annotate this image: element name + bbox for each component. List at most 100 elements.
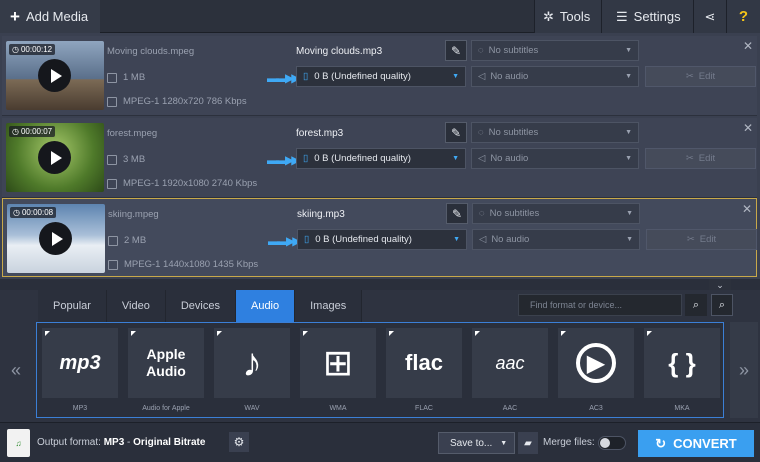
share-button[interactable]: ⋖ [694,0,726,33]
help-icon: ? [738,8,749,25]
subtitles-select[interactable]: ◌ No subtitles ▼ [471,122,639,143]
audio-select[interactable]: ◁ No audio ▼ [471,66,639,87]
edit-button[interactable]: ✂ Edit [645,148,756,169]
tab-devices[interactable]: Devices [165,290,236,322]
clock-icon: ◷ [12,45,19,54]
scissors-icon: ✂ [686,234,695,245]
open-folder-button[interactable]: ▰ [518,432,538,454]
add-media-button[interactable]: + Add Media [0,0,100,33]
pencil-icon: ✎ [450,43,462,58]
source-filename: skiing.mpeg [108,209,159,220]
speaker-icon: ◁ [478,71,486,82]
play-icon[interactable] [38,141,71,174]
format-search-input[interactable]: Find format or device... [518,294,682,316]
search-button[interactable]: ⌕ [685,294,707,316]
output-filename[interactable]: forest.mp3 [296,128,343,139]
source-filename: Moving clouds.mpeg [107,46,195,57]
format-tile[interactable]: Apple Audio Audio for Apple [128,328,204,412]
convert-button[interactable]: ↻ CONVERT [638,430,754,457]
output-size-select[interactable]: ▯ 0 B (Undefined quality) ▼ [297,229,467,250]
audio-select[interactable]: ◁ No audio ▼ [472,229,640,250]
format-tile[interactable]: aac AAC [472,328,548,412]
file-row[interactable]: ◷ 00:00:08 skiing.mpeg 2 MB MPEG-1 1440x1… [2,198,757,277]
convert-arrow-icon: ▬▬▶▶ [267,71,301,85]
merge-files-toggle[interactable] [598,436,626,450]
settings-button[interactable]: ☰ Settings [602,0,693,33]
video-thumbnail[interactable]: ◷ 00:00:08 [7,204,105,273]
rename-button[interactable]: ✎ [446,203,468,224]
subtitles-select[interactable]: ◌ No subtitles ▼ [472,203,640,224]
output-filename[interactable]: Moving clouds.mp3 [296,46,382,57]
tab-popular[interactable]: Popular [38,290,107,322]
clock-icon: ◷ [13,208,20,217]
output-settings-button[interactable]: ⚙ [229,432,249,452]
apple-audio-icon: Apple Audio [128,328,204,398]
speaker-icon: ◁ [478,153,486,164]
source-size: 2 MB [108,235,146,246]
convert-arrow-icon: ▬▬▶▶ [268,234,302,248]
format-label: WAV [244,405,260,412]
chevron-down-icon: ▼ [625,155,632,162]
convert-arrow-icon: ▬▬▶▶ [267,153,301,167]
format-tile[interactable]: ♪ WAV [214,328,290,412]
mka-icon: { } [644,328,720,398]
edit-button[interactable]: ✂ Edit [646,229,757,250]
source-meta: MPEG-1 1280x720 786 Kbps [107,96,247,107]
subtitles-select[interactable]: ◌ No subtitles ▼ [471,40,639,61]
add-media-label: Add Media [25,9,89,24]
remove-file-icon[interactable]: ✕ [743,39,753,53]
video-thumbnail[interactable]: ◷ 00:00:07 [6,123,104,192]
merge-files-label: Merge files: [543,437,595,448]
format-label: AAC [502,405,518,412]
save-to-select[interactable]: Save to... ▼ [438,432,515,454]
scroll-left-button[interactable]: « [2,322,30,418]
video-thumbnail[interactable]: ◷ 00:00:12 [6,41,104,110]
audio-select[interactable]: ◁ No audio ▼ [471,148,639,169]
speech-bubble-icon: ◌ [478,127,484,138]
share-icon: ⋖ [704,8,716,24]
tab-audio[interactable]: Audio [235,290,296,322]
output-size-select[interactable]: ▯ 0 B (Undefined quality) ▼ [296,66,466,87]
rename-button[interactable]: ✎ [445,122,467,143]
double-chevron-down-icon: ⌄ [716,279,724,290]
file-list: ◷ 00:00:12 Moving clouds.mpeg 1 MB MPEG-1… [0,33,760,279]
mp3-icon: mp3 [42,328,118,398]
output-size-select[interactable]: ▯ 0 B (Undefined quality) ▼ [296,148,466,169]
tab-video[interactable]: Video [106,290,166,322]
format-tile[interactable]: ⊞ WMA [300,328,376,412]
film-icon [107,178,117,189]
tab-images[interactable]: Images [295,290,363,322]
speaker-icon: ◁ [479,234,487,245]
format-tile[interactable]: { } MKA [644,328,720,412]
gear-icon: ⚙ [233,435,245,449]
output-filename[interactable]: skiing.mp3 [297,209,345,220]
duration-badge: ◷ 00:00:08 [10,207,57,218]
format-grid: mp3 MP3 Apple Audio Audio for Apple ♪ WA… [36,322,724,418]
scroll-right-button[interactable]: » [730,322,758,418]
file-row[interactable]: ◷ 00:00:12 Moving clouds.mpeg 1 MB MPEG-1… [2,36,757,116]
chevron-down-icon: ▼ [452,155,459,162]
edit-button[interactable]: ✂ Edit [645,66,756,87]
format-label: WMA [329,405,347,412]
rename-button[interactable]: ✎ [445,40,467,61]
format-tile[interactable]: flac FLAC [386,328,462,412]
help-button[interactable]: ? [727,0,760,33]
play-icon[interactable] [39,222,72,255]
chevron-down-icon: ▼ [625,73,632,80]
format-tile[interactable]: mp3 MP3 [42,328,118,412]
file-row[interactable]: ◷ 00:00:07 forest.mpeg 3 MB MPEG-1 1920x1… [2,118,757,198]
chevron-left-icon: « [10,359,21,380]
detect-device-button[interactable]: ⌕ [711,294,733,316]
chevron-right-icon: » [738,359,749,380]
chevron-down-icon: ▼ [626,210,633,217]
remove-file-icon[interactable]: ✕ [742,202,752,216]
file-icon [107,72,117,83]
file-icon [108,235,118,246]
play-icon[interactable] [38,59,71,92]
format-tabs: Popular Video Devices Audio Images [38,290,363,322]
convert-icon: ↻ [655,435,667,451]
tools-button[interactable]: ✲ Tools [535,0,601,33]
remove-file-icon[interactable]: ✕ [743,121,753,135]
format-tile[interactable]: ▶ AC3 [558,328,634,412]
bottom-bar: ♫ Output format: MP3 - Original Bitrate … [0,422,760,462]
